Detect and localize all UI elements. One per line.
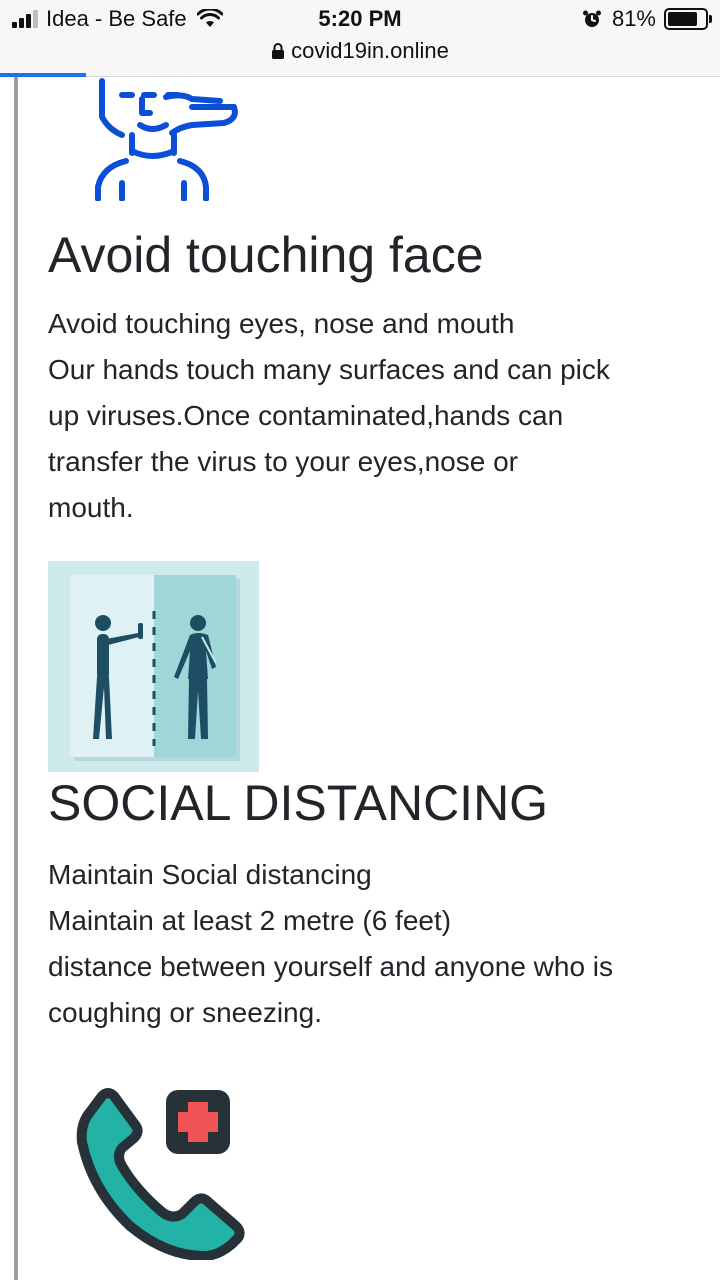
section-title: SOCIAL DISTANCING [48,775,549,831]
social-distancing-icon [48,561,259,772]
content-left-border [14,77,18,1280]
section-body: Avoid touching eyes, nose and mouth Our … [48,301,688,531]
medical-call-icon [66,1080,246,1261]
url-text: covid19in.online [291,38,449,63]
touch-face-icon [92,77,242,202]
battery-icon [664,8,712,30]
section-social-distancing: SOCIAL DISTANCING Maintain Social distan… [48,561,688,1041]
section-body: Maintain Social distancing Maintain at l… [48,852,688,1036]
body-line: Avoid touching eyes, nose and mouth [48,308,515,339]
battery-percent: 81% [611,6,656,31]
body-line: coughing or sneezing. [48,997,322,1028]
alarm-icon [582,10,601,27]
body-line: transfer the virus to your eyes,nose or [48,446,518,477]
section-avoid-touching-face: Avoid touching face Avoid touching eyes,… [48,77,688,527]
body-line: Our hands touch many surfaces and can pi… [48,354,610,385]
body-line: mouth. [48,492,134,523]
body-line: Maintain at least 2 metre (6 feet) [48,905,452,936]
body-line: up viruses.Once contaminated,hands can [48,400,564,431]
section-title: Avoid touching face [48,227,484,283]
body-line: distance between yourself and anyone who… [48,951,614,982]
status-bar: Idea - Be Safe 5:20 PM 81% [0,0,720,40]
body-line: Maintain Social distancing [48,859,372,890]
address-display[interactable]: covid19in.online [0,38,720,64]
status-right: 81% [582,6,712,32]
section-medical-call [48,1080,688,1280]
lock-icon [272,43,285,59]
url-bar[interactable]: covid19in.online [0,36,720,77]
